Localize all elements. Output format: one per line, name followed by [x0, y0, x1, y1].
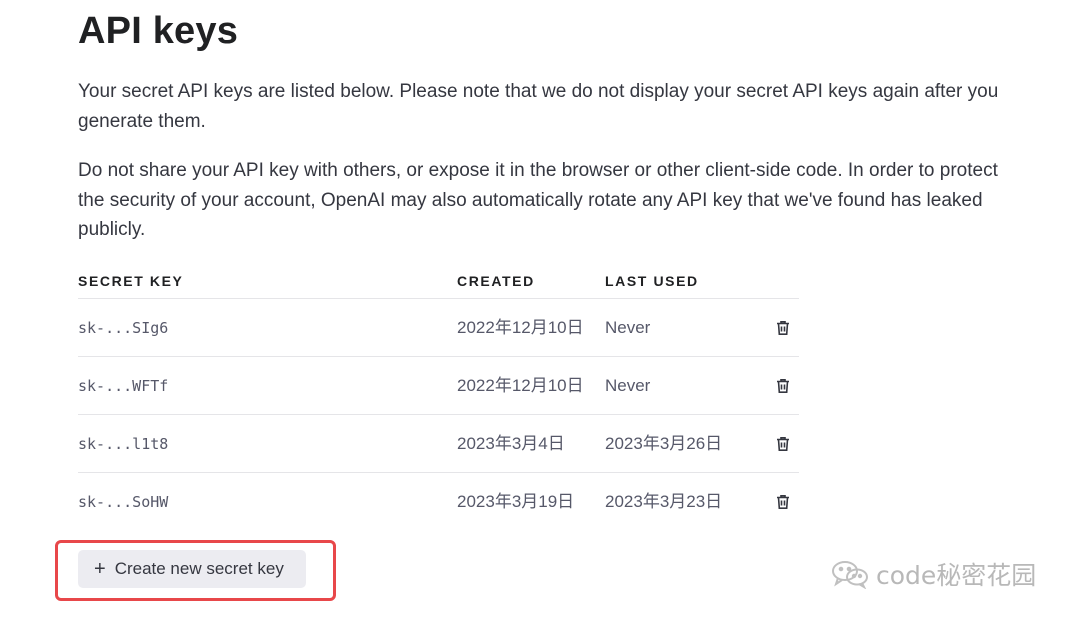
page-title: API keys: [78, 10, 239, 52]
created-date: 2023年3月19日: [457, 492, 575, 511]
delete-key-button[interactable]: [768, 357, 798, 415]
delete-key-button[interactable]: [768, 299, 798, 357]
created-date: 2022年12月10日: [457, 376, 584, 395]
description-paragraph-1: Your secret API keys are listed below. P…: [78, 81, 999, 132]
description-paragraph-2: Do not share your API key with others, o…: [78, 160, 998, 240]
watermark-text: code秘密花园: [876, 561, 1037, 590]
last-used-date: 2023年3月26日: [605, 434, 723, 453]
secret-key-value: sk-...l1t8: [78, 435, 169, 453]
column-header-last-used: LAST USED: [605, 273, 699, 289]
last-used-date: Never: [605, 376, 651, 395]
secret-key-value: sk-...WFTf: [78, 377, 169, 395]
column-header-secret-key: SECRET KEY: [78, 273, 184, 289]
trash-icon: [777, 437, 789, 451]
secret-key-value: sk-...SoHW: [78, 493, 169, 511]
plus-icon: +: [94, 558, 106, 580]
last-used-date: Never: [605, 318, 651, 337]
trash-icon: [777, 495, 789, 509]
column-header-created: CREATED: [457, 273, 535, 289]
delete-key-button[interactable]: [768, 415, 798, 473]
table-row: sk-...SoHW 2023年3月19日 2023年3月23日: [78, 473, 799, 531]
delete-key-button[interactable]: [768, 473, 798, 531]
watermark: code秘密花园: [830, 556, 1036, 592]
create-button-label: Create new secret key: [114, 559, 284, 578]
created-date: 2023年3月4日: [457, 434, 565, 453]
trash-icon: [777, 379, 789, 393]
api-keys-table: SECRET KEY CREATED LAST USED sk-...SIg6 …: [78, 268, 799, 531]
table-row: sk-...l1t8 2023年3月4日 2023年3月26日: [78, 415, 799, 473]
secret-key-value: sk-...SIg6: [78, 319, 169, 337]
created-date: 2022年12月10日: [457, 318, 584, 337]
last-used-date: 2023年3月23日: [605, 492, 723, 511]
table-row: sk-...SIg6 2022年12月10日 Never: [78, 299, 799, 357]
table-row: sk-...WFTf 2022年12月10日 Never: [78, 357, 799, 415]
api-keys-page: API keys Your secret API keys are listed…: [0, 0, 1080, 619]
wechat-logo-icon: [832, 561, 868, 589]
table-header: SECRET KEY CREATED LAST USED: [78, 268, 799, 299]
trash-icon: [777, 321, 789, 335]
create-new-secret-key-button[interactable]: + Create new secret key: [78, 550, 306, 588]
